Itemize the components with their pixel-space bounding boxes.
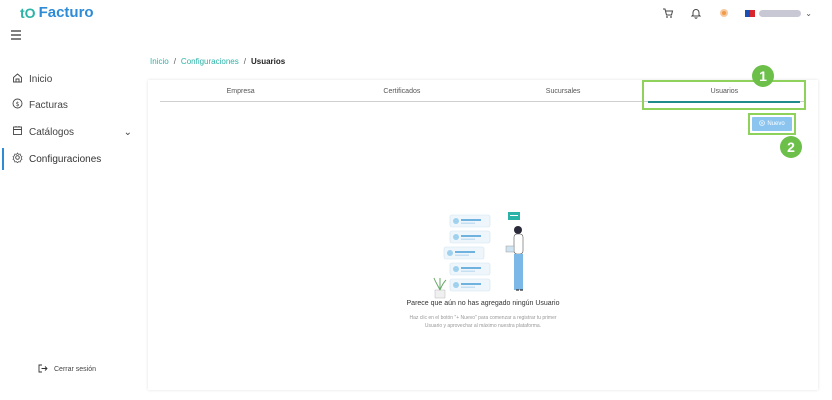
breadcrumb-separator: / [243,57,246,66]
top-bar: tO Facturo ⌄ [0,0,832,28]
catalog-icon [12,125,23,139]
sidebar-item-catalogos[interactable]: Catálogos ⌄ [12,125,132,139]
app-logo[interactable]: tO Facturo [20,4,94,21]
logo-mark: tO [20,4,36,21]
coin-icon[interactable] [717,6,731,20]
app-name: Facturo [38,4,94,21]
sidebar-item-inicio[interactable]: Inicio [12,72,52,86]
sidebar-item-facturas[interactable]: $ Facturas [12,98,68,112]
gear-icon [12,152,23,166]
cart-icon[interactable] [661,6,675,20]
dollar-circle-icon: $ [12,98,23,112]
sidebar-item-label: Catálogos [29,126,75,138]
chevron-down-icon: ⌄ [805,8,812,18]
sidebar-item-configuraciones[interactable]: Configuraciones [12,152,101,166]
user-menu[interactable]: ⌄ [745,9,812,18]
step-callout-1: 1 [752,65,774,87]
tab-usuarios-highlight [642,80,806,110]
sidebar: Inicio $ Facturas Catálogos ⌄ Configurac… [0,28,140,400]
empty-state-title: Parece que aún no has agregado ningún Us… [406,300,560,307]
menu-icon[interactable] [10,28,24,40]
breadcrumb-home[interactable]: Inicio [150,57,169,66]
empty-state-illustration [430,210,540,300]
chevron-down-icon[interactable]: ⌄ [124,127,132,138]
new-user-button[interactable]: Nuevo [752,117,792,131]
sidebar-item-label: Facturas [29,99,68,111]
new-button-label: Nuevo [767,121,785,127]
svg-text:$: $ [16,101,20,108]
sidebar-item-label: Inicio [29,73,53,85]
tab-empresa[interactable]: Empresa [160,86,321,101]
header-actions: ⌄ [661,6,812,20]
tab-certificados[interactable]: Certificados [321,86,482,101]
active-indicator [2,148,4,170]
breadcrumb: Inicio / Configuraciones / Usuarios [150,57,285,66]
home-icon [12,72,23,86]
breadcrumb-current: Usuarios [250,57,286,66]
bell-icon[interactable] [689,6,703,20]
step-callout-2: 2 [780,136,802,158]
logout-button[interactable]: Cerrar sesión [38,364,96,375]
settings-panel: Empresa Certificados Sucursales Usuarios… [148,65,818,390]
empty-state-description: Haz clic en el botón "+ Nuevo" para come… [409,315,557,329]
logout-icon [38,364,48,375]
user-name-redacted [759,9,802,17]
breadcrumb-separator: / [173,57,176,66]
logout-label: Cerrar sesión [54,366,97,373]
plus-circle-icon [759,120,766,128]
flag-icon [745,9,756,17]
breadcrumb-section[interactable]: Configuraciones [181,57,239,66]
sidebar-item-label: Configuraciones [29,153,102,165]
tab-sucursales[interactable]: Sucursales [483,86,644,101]
